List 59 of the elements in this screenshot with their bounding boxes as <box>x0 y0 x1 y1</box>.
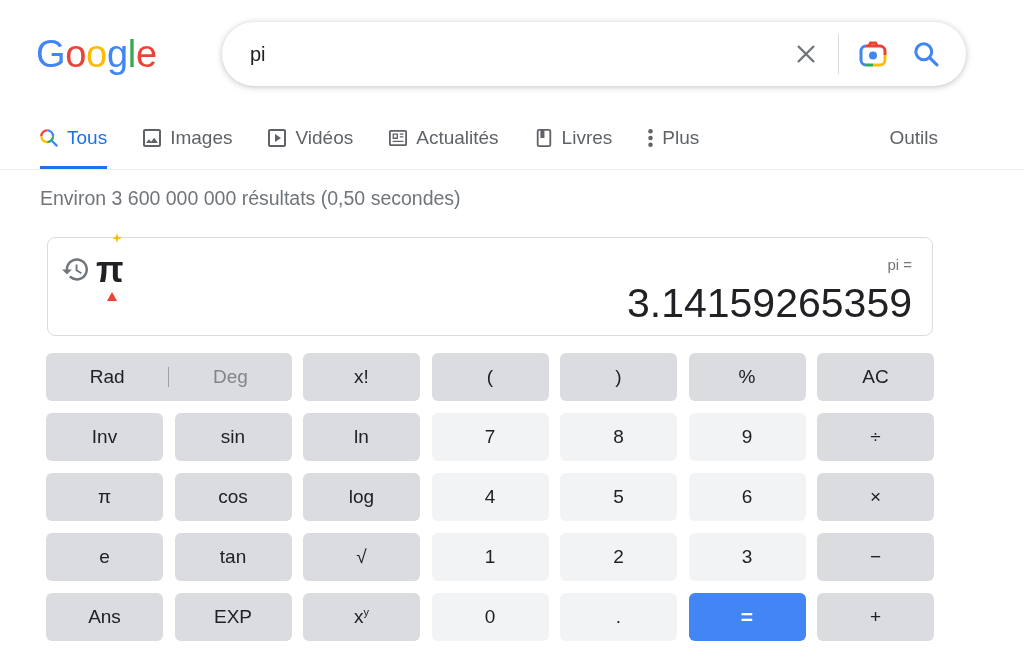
book-icon <box>534 129 553 147</box>
result-value: 3.14159265359 <box>626 281 912 325</box>
triangle-icon <box>107 292 117 301</box>
result-stats: Environ 3 600 000 000 résultats (0,50 secondes) <box>40 187 461 209</box>
digit-key[interactable]: 9 <box>688 413 806 461</box>
equals-key[interactable]: = <box>688 593 806 641</box>
function-key[interactable]: + <box>817 593 934 641</box>
function-key[interactable]: AC <box>817 353 934 401</box>
function-key[interactable]: sin <box>174 413 292 461</box>
history-icon[interactable] <box>62 258 88 281</box>
play-icon <box>268 129 287 147</box>
function-key[interactable]: ( <box>431 353 549 401</box>
function-key[interactable]: Inv <box>46 413 163 461</box>
sparkle-icon <box>112 233 122 243</box>
digit-key[interactable]: 6 <box>688 473 806 521</box>
function-key[interactable]: Ans <box>46 593 163 641</box>
function-key[interactable]: % <box>688 353 806 401</box>
camera-icon[interactable] <box>859 41 887 67</box>
newspaper-icon <box>389 129 408 147</box>
digit-key[interactable]: 8 <box>560 413 677 461</box>
function-key[interactable]: log <box>303 473 420 521</box>
expression-text: π <box>96 254 124 286</box>
function-key[interactable]: tan <box>174 533 292 581</box>
digit-key[interactable]: 7 <box>431 413 549 461</box>
digit-key[interactable]: 2 <box>560 533 677 581</box>
function-key[interactable]: π <box>46 473 163 521</box>
search-field[interactable]: pi <box>250 39 782 69</box>
image-icon <box>143 129 162 147</box>
tab[interactable]: Plus <box>648 119 700 169</box>
function-key[interactable]: ÷ <box>817 413 934 461</box>
function-key[interactable]: ln <box>303 413 420 461</box>
more-icon <box>648 129 654 147</box>
function-key[interactable]: x$^{y}$ <box>303 593 420 641</box>
tab[interactable]: Actualités <box>389 119 499 169</box>
search-icon[interactable] <box>914 41 939 67</box>
digit-key[interactable]: 4 <box>431 473 549 521</box>
digit-key[interactable]: 1 <box>431 533 549 581</box>
close-icon[interactable] <box>796 44 816 64</box>
tab[interactable]: Tous <box>40 119 108 169</box>
function-key[interactable]: − <box>817 533 934 581</box>
function-key[interactable]: EXP <box>174 593 292 641</box>
logo: Google <box>36 32 157 76</box>
angle-option[interactable]: Rad <box>46 353 169 401</box>
equation-label: pi = <box>887 256 912 274</box>
tab[interactable]: Images <box>143 119 233 169</box>
tab[interactable]: Vidéos <box>268 119 354 169</box>
digit-key[interactable]: . <box>560 593 677 641</box>
digit-key[interactable]: 0 <box>431 593 549 641</box>
tools-button[interactable]: Outils <box>889 119 938 169</box>
function-key[interactable]: ) <box>560 353 677 401</box>
digit-key[interactable]: 3 <box>688 533 806 581</box>
function-key[interactable]: e <box>46 533 163 581</box>
function-key[interactable]: cos <box>174 473 292 521</box>
function-key[interactable]: √ <box>303 533 420 581</box>
tab[interactable]: Livres <box>534 119 613 169</box>
function-key[interactable]: × <box>817 473 934 521</box>
digit-key[interactable]: 5 <box>560 473 677 521</box>
search-icon <box>40 129 58 147</box>
function-key[interactable]: x! <box>303 353 420 401</box>
